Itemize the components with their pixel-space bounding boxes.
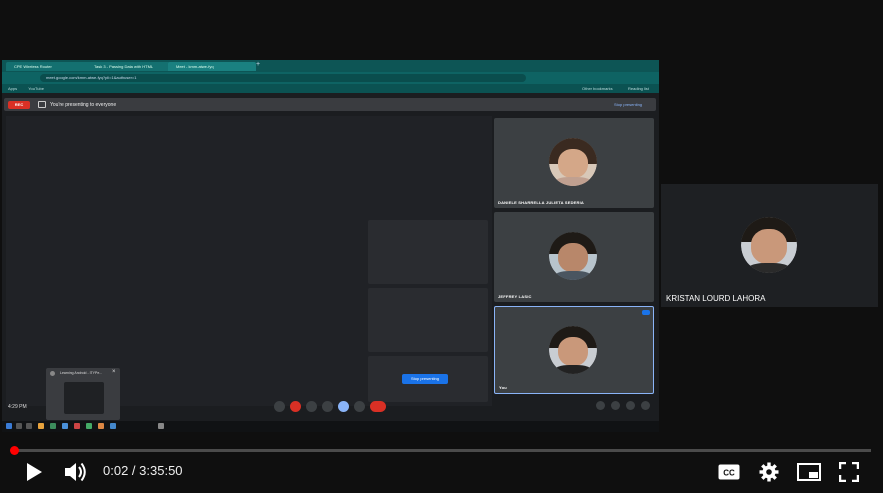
bookmark-item[interactable]: Reading list bbox=[628, 84, 649, 93]
avatar bbox=[741, 217, 797, 273]
participant-name: DANIELE SHARRELLA JULIETA SEDERIA bbox=[498, 200, 585, 205]
meeting-clock: 4:29 PM bbox=[8, 404, 27, 410]
mirrored-screen bbox=[6, 116, 492, 406]
close-icon[interactable]: × bbox=[112, 369, 116, 375]
speaking-icon bbox=[642, 310, 650, 315]
avatar bbox=[549, 232, 597, 280]
bookmark-item[interactable]: Apps bbox=[8, 86, 17, 91]
video-frame[interactable]: CPE Wireless Router Task 3 - Passing Dat… bbox=[0, 0, 883, 440]
participant-tile-self[interactable]: You bbox=[494, 306, 654, 394]
presenting-text: You're presenting to everyone bbox=[50, 102, 117, 108]
participant-name: You bbox=[499, 385, 507, 390]
fullscreen-icon bbox=[839, 462, 859, 482]
participant-name: JEFFREY LASIC bbox=[498, 294, 532, 299]
browser-tab-active[interactable]: Meet - kmm-atwe-fyq bbox=[168, 62, 256, 71]
app-icon[interactable] bbox=[74, 423, 80, 429]
search-icon[interactable] bbox=[16, 423, 22, 429]
cc-icon: CC bbox=[718, 464, 740, 480]
new-tab-icon[interactable]: + bbox=[256, 61, 260, 68]
time-display: 0:02 / 3:35:50 bbox=[103, 463, 183, 479]
stop-presenting-button[interactable]: Stop presenting bbox=[402, 374, 448, 384]
people-icon[interactable] bbox=[611, 401, 620, 410]
app-icon[interactable] bbox=[62, 423, 68, 429]
leave-call-button[interactable] bbox=[370, 401, 386, 412]
progress-bar[interactable] bbox=[12, 449, 871, 452]
bookmark-item[interactable]: YouTube bbox=[28, 86, 44, 91]
app-icon[interactable] bbox=[86, 423, 92, 429]
participant-name: KRISTAN LOURD LAHORA bbox=[666, 294, 766, 303]
app-icon[interactable] bbox=[98, 423, 104, 429]
play-icon bbox=[27, 463, 42, 481]
avatar bbox=[549, 326, 597, 374]
shared-screen: CPE Wireless Router Task 3 - Passing Dat… bbox=[2, 60, 659, 432]
chat-icon[interactable] bbox=[626, 401, 635, 410]
miniplayer-icon bbox=[797, 463, 821, 481]
current-time: 0:02 bbox=[103, 463, 129, 478]
popup-icon bbox=[50, 371, 55, 376]
fullscreen-button[interactable] bbox=[836, 459, 862, 485]
browser-tab[interactable]: Task 3 - Passing Data with HTML bbox=[86, 62, 170, 71]
scrubber-handle[interactable] bbox=[10, 446, 19, 455]
mirror-tile bbox=[368, 220, 488, 284]
play-button[interactable] bbox=[21, 459, 47, 485]
miniplayer-button[interactable] bbox=[796, 459, 822, 485]
participant-tile[interactable]: DANIELE SHARRELLA JULIETA SEDERIA bbox=[494, 118, 654, 208]
screen-share-popup[interactable]: Learning Android - ITYPe... × bbox=[46, 368, 120, 420]
duration: 3:35:50 bbox=[139, 463, 183, 478]
captions-button[interactable]: CC bbox=[716, 459, 742, 485]
start-icon[interactable] bbox=[6, 423, 12, 429]
bookmarks-bar: Apps YouTube Other bookmarks Reading lis… bbox=[2, 84, 659, 93]
participant-tile-overlay[interactable]: KRISTAN LOURD LAHORA bbox=[661, 184, 878, 307]
mic-button[interactable] bbox=[274, 401, 285, 412]
present-icon bbox=[38, 101, 46, 108]
address-input[interactable]: meet.google.com/kmm-atwe-fyq?pli=1&authu… bbox=[40, 74, 526, 82]
raise-hand-button[interactable] bbox=[322, 401, 333, 412]
app-icon[interactable] bbox=[110, 423, 116, 429]
more-options-button[interactable] bbox=[354, 401, 365, 412]
svg-text:CC: CC bbox=[723, 469, 735, 478]
participant-tile[interactable]: JEFFREY LASIC bbox=[494, 212, 654, 302]
rec-badge: REC bbox=[8, 101, 30, 109]
settings-button[interactable] bbox=[756, 459, 782, 485]
volume-icon bbox=[65, 462, 86, 482]
avatar bbox=[549, 138, 597, 186]
browser-tab-strip: CPE Wireless Router Task 3 - Passing Dat… bbox=[2, 60, 659, 72]
stop-presenting-link[interactable]: Stop presenting bbox=[614, 101, 642, 109]
chrome-icon[interactable] bbox=[158, 423, 164, 429]
app-icon[interactable] bbox=[50, 423, 56, 429]
popup-preview bbox=[64, 382, 104, 414]
info-icon[interactable] bbox=[596, 401, 605, 410]
task-view-icon[interactable] bbox=[26, 423, 32, 429]
bookmark-item[interactable]: Other bookmarks bbox=[582, 84, 613, 93]
popup-title: Learning Android - ITYPe... bbox=[60, 371, 103, 375]
present-button[interactable] bbox=[338, 401, 349, 412]
activities-icon[interactable] bbox=[641, 401, 650, 410]
gear-icon bbox=[759, 462, 779, 482]
folder-icon[interactable] bbox=[38, 423, 44, 429]
camera-off-button[interactable] bbox=[290, 401, 301, 412]
time-separator: / bbox=[128, 463, 140, 478]
volume-button[interactable] bbox=[63, 459, 89, 485]
browser-tab[interactable]: CPE Wireless Router bbox=[6, 62, 90, 71]
captions-button[interactable] bbox=[306, 401, 317, 412]
mirror-tile bbox=[368, 288, 488, 352]
